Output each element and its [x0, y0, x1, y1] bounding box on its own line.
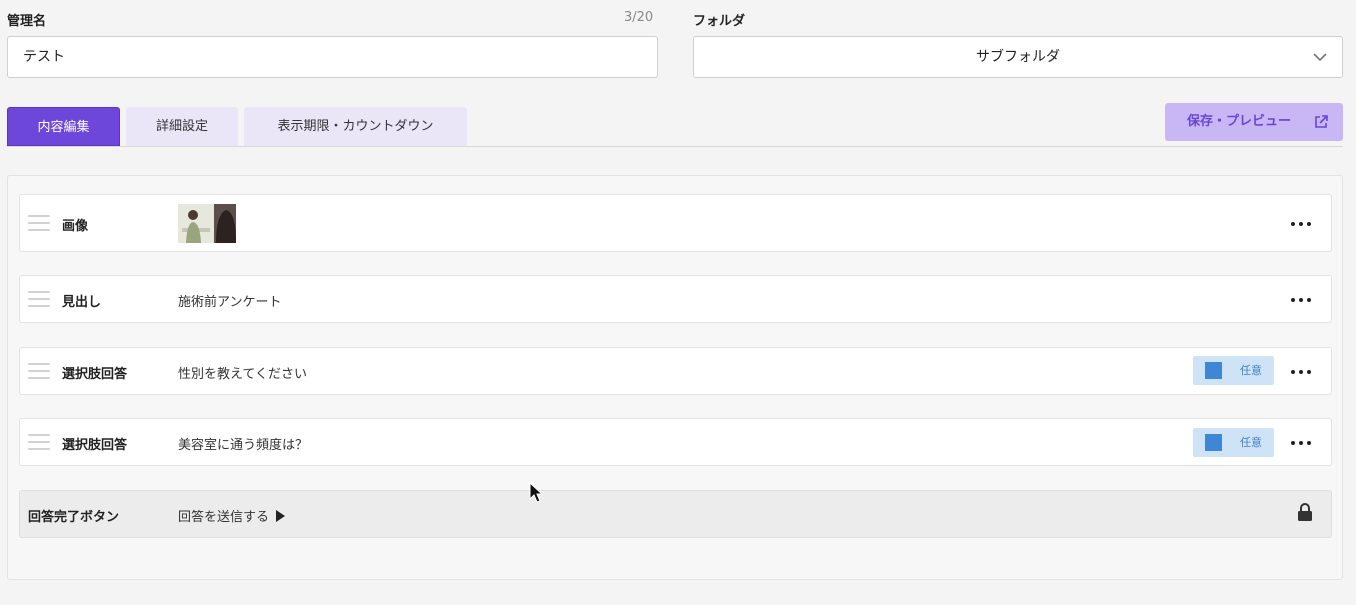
more-options-icon[interactable] [1291, 297, 1311, 303]
list-item-image[interactable]: 画像 [19, 194, 1332, 252]
row-value-text: 美容室に通う頻度は？ [178, 438, 309, 453]
play-arrow-icon [276, 510, 286, 522]
optional-toggle-badge[interactable]: 任意 [1193, 356, 1274, 385]
list-item-choice[interactable]: 選択肢回答 性別を教えてください 任意 [19, 347, 1332, 395]
lock-icon [1298, 503, 1312, 521]
tab-display-period[interactable]: 表示期限・カウントダウン [244, 107, 467, 146]
checkbox-icon [1205, 362, 1222, 379]
row-type-label: 選択肢回答 [62, 367, 128, 382]
tab-content-edit[interactable]: 内容編集 [7, 107, 120, 146]
chevron-down-icon [1313, 53, 1327, 62]
mouse-cursor-icon [529, 482, 543, 503]
save-preview-button[interactable]: 保存・プレビュー [1165, 103, 1343, 141]
optional-label: 任意 [1240, 364, 1262, 377]
name-input[interactable]: テスト [7, 36, 658, 78]
folder-select[interactable]: サブフォルダ [693, 36, 1343, 78]
row-type-label: 画像 [62, 219, 89, 234]
row-value-text: 施術前アンケート [178, 295, 282, 310]
list-item-choice[interactable]: 選択肢回答 美容室に通う頻度は？ 任意 [19, 418, 1332, 466]
name-label: 管理名 [7, 14, 47, 29]
optional-toggle-badge[interactable]: 任意 [1193, 428, 1274, 457]
submit-label: 回答を送信する [178, 510, 270, 525]
more-options-icon[interactable] [1291, 221, 1311, 227]
form-editor-page: 管理名 3/20 テスト フォルダ サブフォルダ 内容編集 詳細設定 表示期限・… [0, 0, 1356, 605]
list-item-submit-button: 回答完了ボタン 回答を送信する [19, 490, 1332, 538]
drag-handle-icon[interactable] [28, 363, 50, 379]
name-char-counter: 3/20 [624, 10, 654, 25]
optional-label: 任意 [1240, 436, 1262, 449]
row-value-text: 性別を教えてください [178, 367, 307, 382]
row-value-text: 回答を送信する [178, 506, 286, 525]
folder-label: フォルダ [693, 14, 746, 29]
save-preview-label: 保存・プレビュー [1187, 114, 1292, 129]
drag-handle-icon[interactable] [28, 215, 50, 231]
drag-handle-icon[interactable] [28, 291, 50, 307]
image-thumbnail[interactable] [178, 204, 236, 243]
checkbox-icon [1205, 434, 1222, 451]
tabs-divider [7, 146, 1343, 147]
external-link-icon [1315, 115, 1328, 128]
drag-handle-icon[interactable] [28, 434, 50, 450]
tab-detail-settings[interactable]: 詳細設定 [126, 107, 238, 146]
more-options-icon[interactable] [1291, 369, 1311, 375]
folder-select-value: サブフォルダ [976, 49, 1060, 65]
row-type-label: 見出し [62, 295, 102, 310]
list-item-heading[interactable]: 見出し 施術前アンケート [19, 275, 1332, 323]
more-options-icon[interactable] [1291, 440, 1311, 446]
row-type-label: 選択肢回答 [62, 438, 128, 453]
row-type-label: 回答完了ボタン [28, 510, 120, 525]
